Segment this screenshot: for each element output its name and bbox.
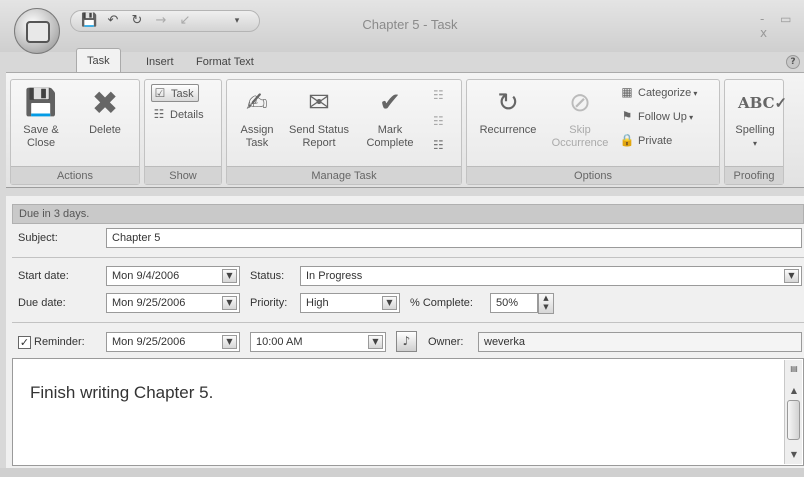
mark-complete-icon: ✔ — [379, 88, 401, 118]
tab-insert[interactable]: Insert — [136, 52, 184, 72]
separator — [12, 257, 804, 258]
spelling-button[interactable]: ABC✓ Spelling ▾ — [727, 86, 788, 150]
group-label-proofing: Proofing — [725, 166, 783, 184]
mark-complete-button[interactable]: ✔ Mark Complete — [359, 86, 421, 150]
recurrence-button[interactable]: ↻ Recurrence — [471, 86, 545, 137]
task-body-editor[interactable] — [12, 358, 804, 466]
scroll-down-icon[interactable]: ▼ — [786, 448, 802, 462]
due-date-label: Due date: — [18, 297, 66, 309]
chevron-down-icon[interactable]: ▼ — [222, 296, 237, 310]
delete-button[interactable]: ✖ Delete — [77, 86, 133, 137]
due-date-value: Mon 9/25/2006 — [112, 297, 186, 309]
window-controls[interactable]: - ▭ x — [760, 12, 804, 40]
percent-complete-input[interactable]: 50% — [490, 293, 538, 313]
due-date-field[interactable]: Mon 9/25/2006 ▼ — [106, 293, 240, 313]
group-proofing: ABC✓ Spelling ▾ Proofing — [724, 79, 788, 185]
chevron-down-icon[interactable]: ▼ — [784, 269, 799, 283]
start-date-label: Start date: — [18, 270, 69, 282]
reminder-date-field[interactable]: Mon 9/25/2006 ▼ — [106, 332, 240, 352]
speaker-icon: ♪ — [402, 334, 411, 348]
priority-value: High — [306, 297, 329, 309]
assign-task-button[interactable]: ✍ Assign Task — [231, 86, 283, 150]
details-icon: ☷ — [153, 107, 165, 121]
skip-occurrence-icon: ⊘ — [569, 88, 591, 118]
start-date-value: Mon 9/4/2006 — [112, 270, 180, 282]
task-body-text: Finish writing Chapter 5. — [30, 383, 214, 402]
status-select[interactable]: In Progress ▼ — [300, 266, 802, 286]
save-icon[interactable]: 💾 — [81, 13, 97, 29]
undo-icon[interactable]: ↶ — [105, 13, 121, 29]
flag-icon: ⚑ — [621, 109, 633, 123]
owner-label: Owner: — [428, 336, 464, 348]
tab-task[interactable]: Task — [76, 48, 121, 72]
redo-icon[interactable]: ↻ — [129, 13, 145, 29]
help-icon[interactable]: ? — [786, 55, 800, 69]
save-close-button[interactable]: 💾 Save & Close — [15, 86, 67, 150]
send-status-report-button[interactable]: ✉ Send Status Report — [283, 86, 355, 150]
group-label-show: Show — [145, 166, 221, 184]
status-label: Status: — [250, 270, 285, 282]
owner-field: weverka — [478, 332, 802, 352]
office-button[interactable] — [14, 8, 60, 54]
delete-x-icon: ✖ — [91, 84, 119, 122]
spelling-abc-icon: ABC✓ — [738, 94, 788, 112]
reminder-time-value: 10:00 AM — [256, 336, 303, 348]
percent-complete-label: % Complete: — [410, 297, 473, 309]
send-status-report-icon: ✉ — [308, 88, 330, 118]
separator — [12, 322, 804, 323]
ribbon: 💾 Save & Close ✖ Delete Actions ☑ Task ☷ D… — [6, 72, 804, 188]
status-bar — [0, 468, 804, 477]
start-date-field[interactable]: Mon 9/4/2006 ▼ — [106, 266, 240, 286]
recurrence-icon: ↻ — [497, 88, 519, 118]
tab-format-text[interactable]: Format Text — [186, 52, 264, 72]
percent-spinner[interactable]: ▲ ▼ — [538, 293, 554, 314]
customize-qat-icon[interactable]: ▾ — [229, 13, 245, 29]
show-task-button[interactable]: ☑ Task — [151, 84, 199, 102]
back-icon[interactable]: → — [153, 13, 169, 29]
group-options: ↻ Recurrence ⊘ Skip Occurrence ▦ Categori… — [466, 79, 720, 185]
office-logo-icon — [26, 21, 50, 43]
chevron-down-icon[interactable]: ▼ — [222, 335, 237, 349]
categorize-icon: ▦ — [621, 85, 633, 99]
follow-up-button[interactable]: ⚑ Follow Up ▾ — [619, 108, 694, 126]
chevron-down-icon[interactable]: ▼ — [382, 296, 397, 310]
forward-icon[interactable]: ↙ — [177, 13, 193, 29]
priority-select[interactable]: High ▼ — [300, 293, 400, 313]
reminder-time-field[interactable]: 10:00 AM ▼ — [250, 332, 386, 352]
group-label-manage-task: Manage Task — [227, 166, 461, 184]
categorize-button[interactable]: ▦ Categorize ▾ — [619, 84, 697, 102]
scroll-thumb[interactable] — [787, 400, 800, 440]
reminder-label: Reminder: — [34, 336, 85, 348]
subject-label: Subject: — [18, 232, 58, 244]
subject-input[interactable]: Chapter 5 — [106, 228, 802, 248]
skip-occurrence-button[interactable]: ⊘ Skip Occurrence — [545, 86, 615, 150]
group-show: ☑ Task ☷ Details Show — [144, 79, 222, 185]
reminder-sound-button[interactable]: ♪ — [396, 331, 417, 352]
show-details-button[interactable]: ☷ Details — [151, 106, 204, 124]
vertical-scrollbar[interactable]: ▤ ▲ ▼ — [784, 360, 802, 464]
assign-task-icon: ✍ — [246, 88, 268, 118]
group-actions: 💾 Save & Close ✖ Delete Actions — [10, 79, 140, 185]
small-action-icon-1[interactable]: ☷ — [433, 88, 444, 102]
group-manage-task: ✍ Assign Task ✉ Send Status Report ✔ Mar… — [226, 79, 462, 185]
info-bar: Due in 3 days. — [12, 204, 804, 224]
status-value: In Progress — [306, 270, 363, 282]
group-label-actions: Actions — [11, 166, 139, 184]
save-close-icon: 💾 — [24, 88, 58, 118]
quick-access-toolbar: 💾 ↶ ↻ → ↙ ▾ — [70, 10, 260, 32]
reminder-date-value: Mon 9/25/2006 — [112, 336, 186, 348]
ruler-toggle-icon[interactable]: ▤ — [786, 362, 802, 376]
reminder-checkbox[interactable]: ✓ — [18, 336, 31, 349]
private-button[interactable]: 🔒 Private — [619, 132, 673, 150]
lock-icon: 🔒 — [619, 133, 635, 147]
chevron-down-icon[interactable]: ▼ — [222, 269, 237, 283]
group-label-options: Options — [467, 166, 719, 184]
priority-label: Priority: — [250, 297, 288, 309]
window-title: Chapter 5 - Task — [362, 17, 458, 32]
small-action-icon-3[interactable]: ☷ — [433, 138, 444, 152]
task-icon: ☑ — [154, 86, 166, 100]
chevron-down-icon[interactable]: ▼ — [368, 335, 383, 349]
small-action-icon-2[interactable]: ☷ — [433, 114, 444, 128]
scroll-up-icon[interactable]: ▲ — [786, 384, 802, 398]
